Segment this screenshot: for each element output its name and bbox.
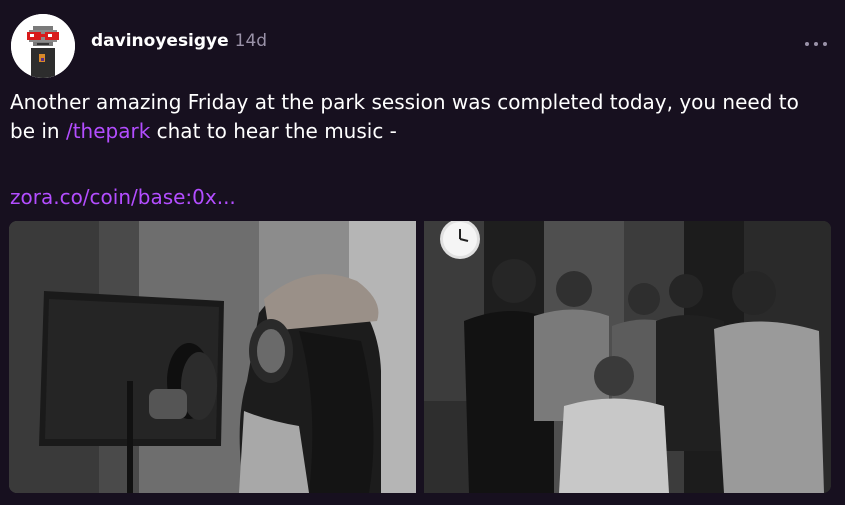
pixel-avatar-icon <box>11 14 75 78</box>
username[interactable]: davinoyesigye <box>91 31 229 51</box>
ellipsis-icon <box>805 42 809 46</box>
avatar[interactable] <box>11 14 75 78</box>
ellipsis-icon <box>823 42 827 46</box>
ellipsis-icon <box>814 42 818 46</box>
post-text: Another amazing Friday at the park sessi… <box>10 88 820 146</box>
media-gallery <box>9 221 831 493</box>
channel-mention-link[interactable]: /thepark <box>66 119 150 143</box>
post-link-container: zora.co/coin/base:0x... <box>10 183 236 212</box>
external-link[interactable]: zora.co/coin/base:0x... <box>10 185 236 209</box>
post-header: davinoyesigye 14d <box>91 31 267 55</box>
cast-post: davinoyesigye 14d Another amazing Friday… <box>0 0 845 505</box>
timestamp[interactable]: 14d <box>235 31 267 51</box>
post-text-part2: chat to hear the music - <box>150 119 397 143</box>
studio-group-photo[interactable] <box>424 221 831 493</box>
more-options-button[interactable] <box>800 32 832 56</box>
studio-vocalist-photo[interactable] <box>9 221 416 493</box>
